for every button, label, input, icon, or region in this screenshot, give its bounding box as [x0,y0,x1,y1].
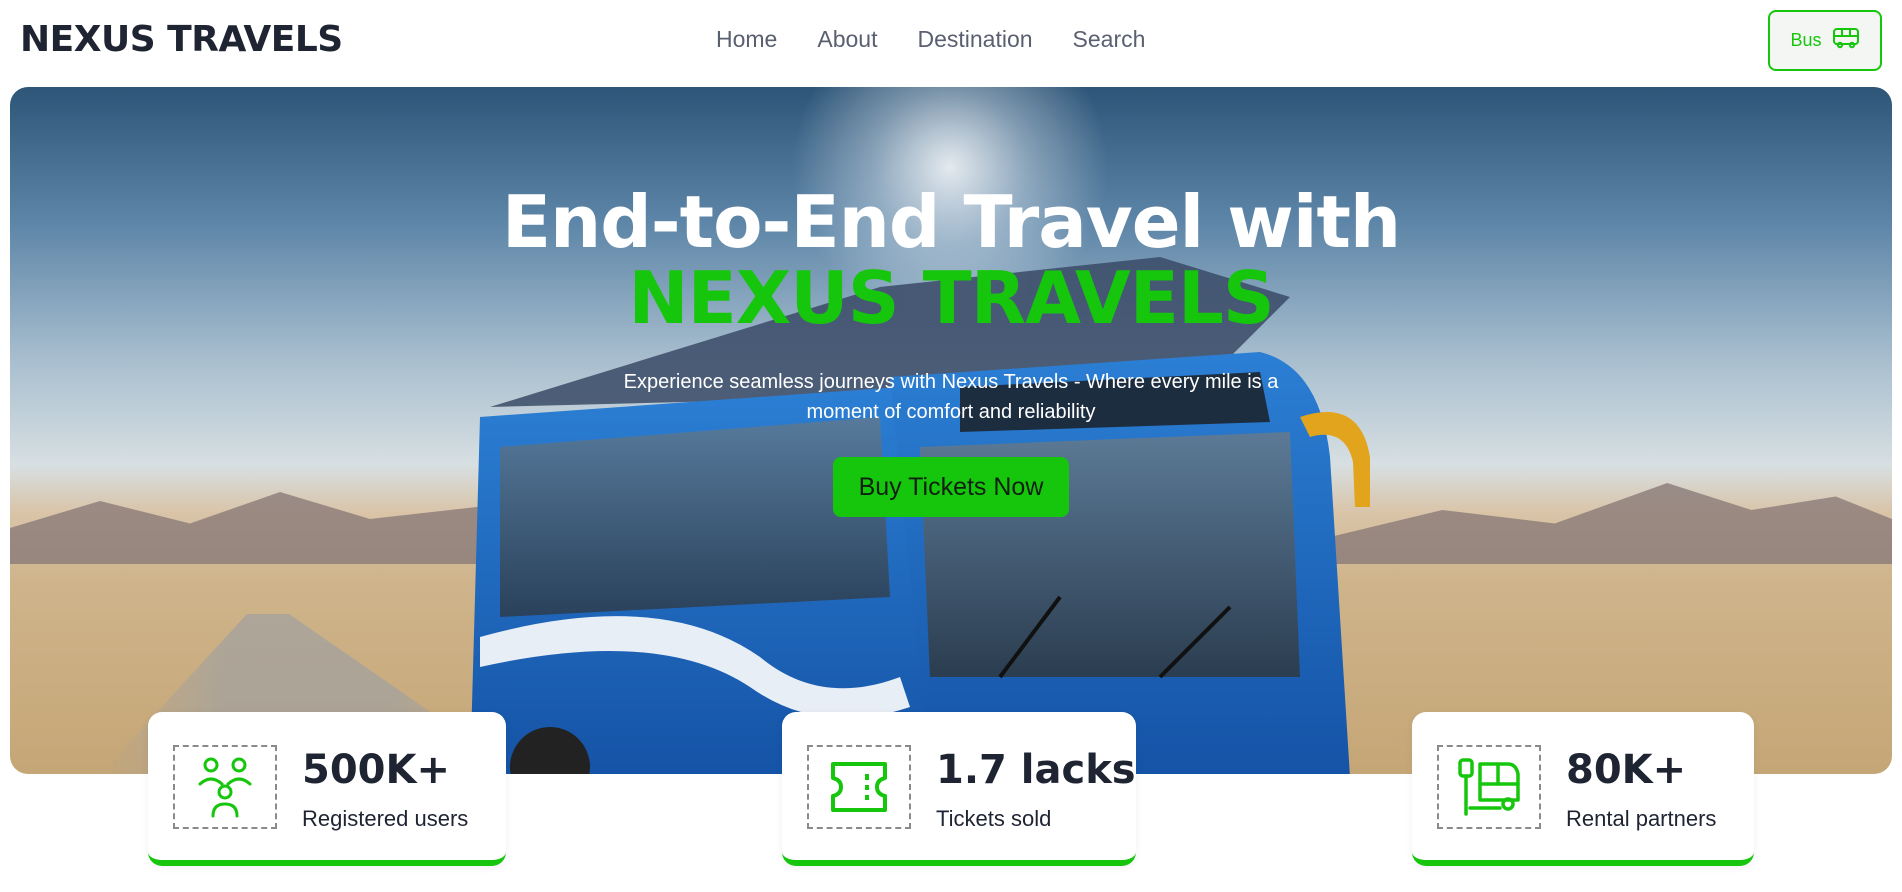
hero-title: End-to-End Travel with [501,180,1401,264]
stat-label: Tickets sold [936,806,1052,831]
bus-button[interactable]: Bus [1768,10,1882,71]
users-icon [173,745,277,829]
bus-button-label: Bus [1790,30,1822,50]
nav-destination[interactable]: Destination [917,22,1032,56]
stat-card-users: 500K+ Registered users [148,712,506,866]
stat-card-tickets: 1.7 lacks Tickets sold [782,712,1136,866]
stat-value: 1.7 lacks [936,747,1136,793]
hero-subtitle: Experience seamless journeys with Nexus … [623,371,1279,423]
hero-brand-title: NEXUS TRAVELS [628,256,1274,340]
bus-stop-icon [1437,745,1541,829]
stat-value: 500K+ [302,747,451,793]
site-logo[interactable]: NEXUS TRAVELS [20,16,343,64]
buy-tickets-button[interactable]: Buy Tickets Now [833,457,1069,517]
nav-about[interactable]: About [817,22,877,56]
nav-search[interactable]: Search [1073,22,1146,56]
bus-icon [1832,26,1860,55]
stat-label: Rental partners [1566,806,1717,831]
nav-home[interactable]: Home [716,22,777,56]
stat-label: Registered users [302,806,469,831]
stat-card-partners: 80K+ Rental partners [1412,712,1754,866]
header: NEXUS TRAVELS Home About Destination Sea… [0,0,1902,86]
hero-banner: End-to-End Travel with NEXUS TRAVELS Exp… [10,87,1892,774]
main-nav: Home About Destination Search [716,22,1145,56]
ticket-icon [807,745,911,829]
stat-value: 80K+ [1566,747,1687,793]
